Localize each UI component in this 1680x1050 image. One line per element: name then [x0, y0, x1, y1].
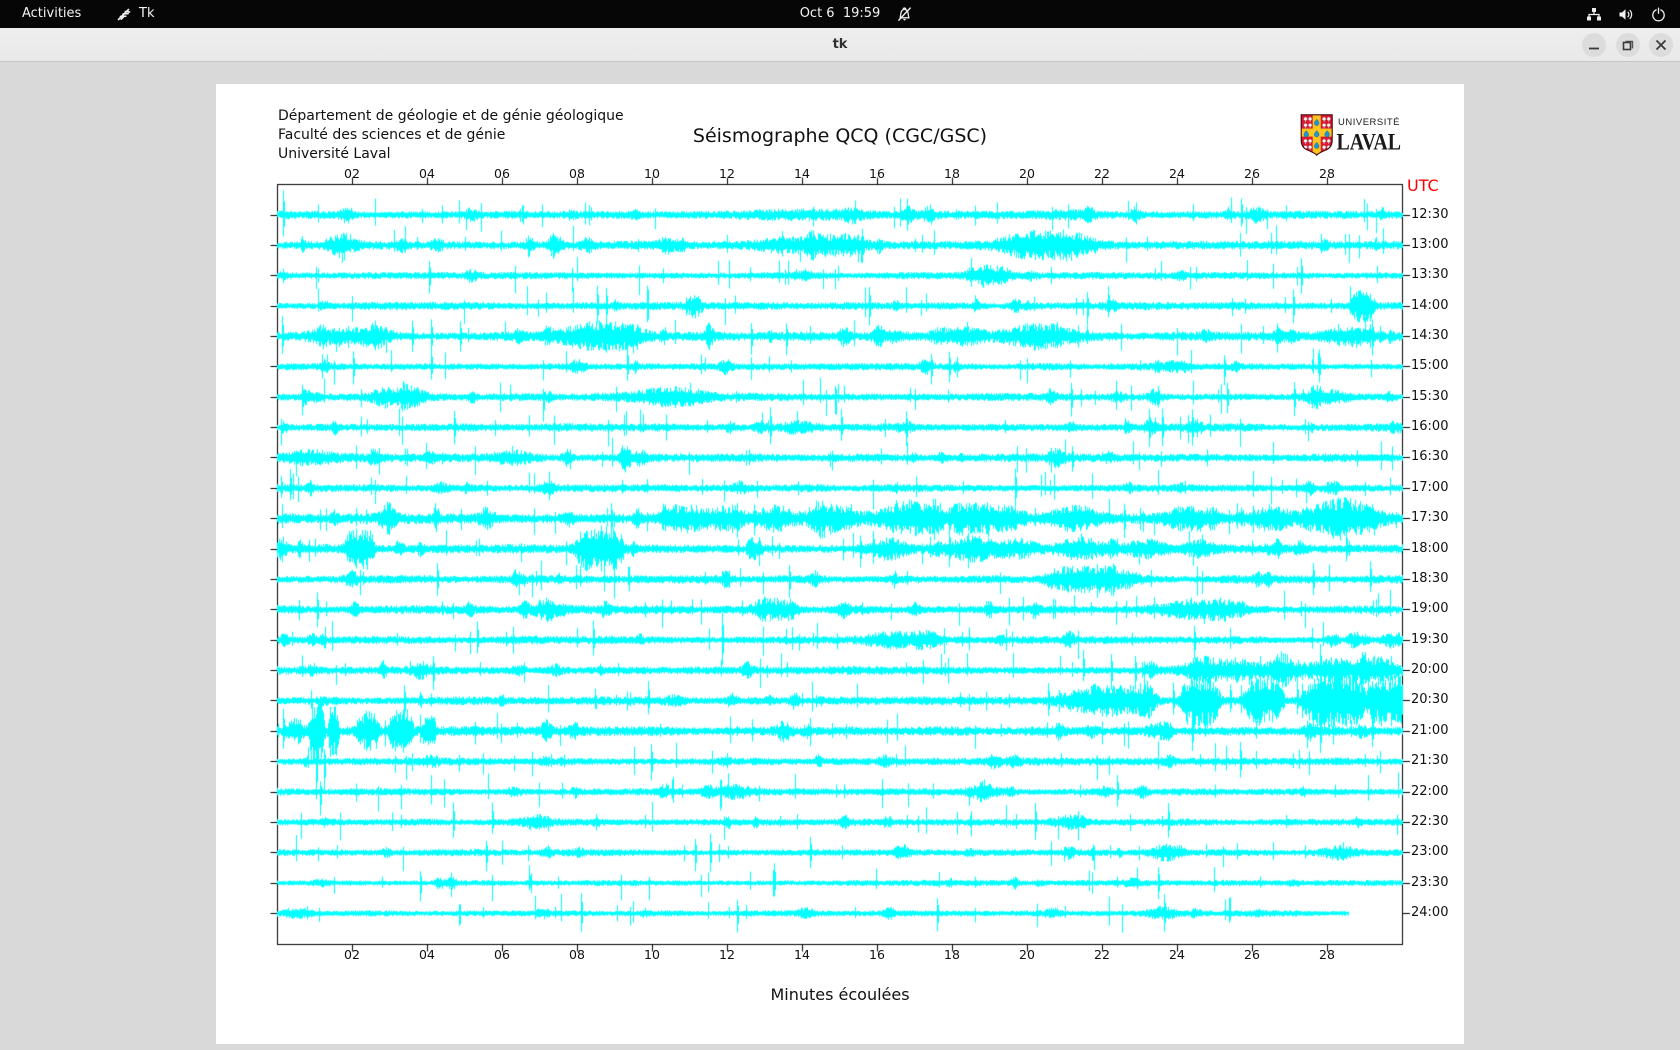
- utc-time-label: 14:00: [1411, 298, 1448, 314]
- utc-time-label: 21:30: [1411, 753, 1448, 769]
- seismograph-canvas-panel[interactable]: Département de géologie et de génie géol…: [216, 84, 1464, 1044]
- system-status-area[interactable]: [1586, 0, 1666, 28]
- x-tick-label-top: 28: [1307, 166, 1347, 181]
- window-title: tk: [0, 28, 1680, 61]
- x-tick-label-top: 04: [407, 166, 447, 181]
- bell-slash-icon: [895, 5, 914, 23]
- close-button[interactable]: [1649, 33, 1673, 57]
- x-tick-label-bottom: 28: [1307, 947, 1347, 962]
- tk-feather-icon: [116, 6, 132, 22]
- utc-time-label: 16:30: [1411, 449, 1448, 465]
- x-tick-label-bottom: 18: [932, 947, 972, 962]
- utc-time-label: 23:00: [1411, 844, 1448, 860]
- close-icon: [1649, 33, 1673, 57]
- x-tick-label-top: 16: [857, 166, 897, 181]
- x-tick-label-bottom: 14: [782, 947, 822, 962]
- x-tick-label-bottom: 16: [857, 947, 897, 962]
- x-tick-label-bottom: 20: [1007, 947, 1047, 962]
- x-tick-label-top: 14: [782, 166, 822, 181]
- gnome-top-bar: Activities Tk Oct 6 19:59: [0, 0, 1680, 28]
- x-tick-label-bottom: 26: [1232, 947, 1272, 962]
- power-icon: [1651, 7, 1666, 22]
- x-tick-label-top: 06: [482, 166, 522, 181]
- minimize-button[interactable]: [1582, 33, 1606, 57]
- clock-label[interactable]: Oct 6 19:59: [0, 0, 1680, 28]
- utc-time-label: 24:00: [1411, 905, 1448, 921]
- speaker-volume-icon: [1618, 7, 1635, 22]
- tk-window-body: Département de géologie et de génie géol…: [0, 62, 1680, 1050]
- universite-laval-logo: UNIVERSITÉ LAVAL: [1300, 114, 1404, 160]
- x-tick-label-top: 24: [1157, 166, 1197, 181]
- x-tick-label-top: 20: [1007, 166, 1047, 181]
- x-tick-label-top: 26: [1232, 166, 1272, 181]
- x-tick-label-top: 22: [1082, 166, 1122, 181]
- x-tick-label-bottom: 06: [482, 947, 522, 962]
- x-tick-label-top: 18: [932, 166, 972, 181]
- utc-time-label: 20:30: [1411, 692, 1448, 708]
- clock-group: Oct 6 19:59: [0, 0, 1680, 28]
- x-tick-label-top: 10: [632, 166, 672, 181]
- window-titlebar[interactable]: tk: [0, 28, 1680, 62]
- utc-time-label: 20:00: [1411, 662, 1448, 678]
- x-tick-label-top: 02: [332, 166, 372, 181]
- utc-time-label: 13:00: [1411, 237, 1448, 253]
- logo-text-laval: LAVAL: [1337, 130, 1402, 155]
- x-tick-label-bottom: 12: [707, 947, 747, 962]
- utc-time-label: 17:30: [1411, 510, 1448, 526]
- x-tick-label-top: 12: [707, 166, 747, 181]
- institution-header-line: Université Laval: [278, 145, 624, 164]
- x-tick-label-top: 08: [557, 166, 597, 181]
- utc-time-label: 14:30: [1411, 328, 1448, 344]
- utc-time-label: 18:00: [1411, 541, 1448, 557]
- utc-time-label: 15:00: [1411, 358, 1448, 374]
- seismogram-plot: [216, 84, 1464, 1044]
- institution-header-line: Département de géologie et de génie géol…: [278, 107, 624, 126]
- x-axis-title: Minutes écoulées: [216, 985, 1464, 1004]
- utc-time-label: 19:00: [1411, 601, 1448, 617]
- x-tick-label-bottom: 22: [1082, 947, 1122, 962]
- utc-time-label: 17:00: [1411, 480, 1448, 496]
- utc-time-label: 13:30: [1411, 267, 1448, 283]
- x-tick-label-bottom: 24: [1157, 947, 1197, 962]
- wired-network-icon: [1586, 7, 1602, 22]
- plot-title: Séismographe QCQ (CGC/GSC): [216, 125, 1464, 147]
- utc-time-label: 19:30: [1411, 632, 1448, 648]
- utc-time-label: 15:30: [1411, 389, 1448, 405]
- utc-time-label: 23:30: [1411, 875, 1448, 891]
- minimize-icon: [1582, 33, 1606, 57]
- focused-app-name: Tk: [139, 0, 154, 28]
- x-tick-label-bottom: 04: [407, 947, 447, 962]
- focused-app-menu[interactable]: Tk: [116, 0, 154, 28]
- utc-time-label: 18:30: [1411, 571, 1448, 587]
- activities-button[interactable]: Activities: [22, 0, 81, 28]
- x-tick-label-bottom: 02: [332, 947, 372, 962]
- maximize-icon: [1616, 33, 1640, 57]
- utc-time-label: 22:00: [1411, 784, 1448, 800]
- logo-text-universite: UNIVERSITÉ: [1338, 117, 1400, 127]
- utc-time-label: 22:30: [1411, 814, 1448, 830]
- x-tick-label-bottom: 08: [557, 947, 597, 962]
- utc-time-label: 16:00: [1411, 419, 1448, 435]
- utc-time-label: 21:00: [1411, 723, 1448, 739]
- x-tick-label-bottom: 10: [632, 947, 672, 962]
- utc-time-label: 12:30: [1411, 207, 1448, 223]
- utc-axis-label: UTC: [1407, 176, 1439, 195]
- maximize-button[interactable]: [1616, 33, 1640, 57]
